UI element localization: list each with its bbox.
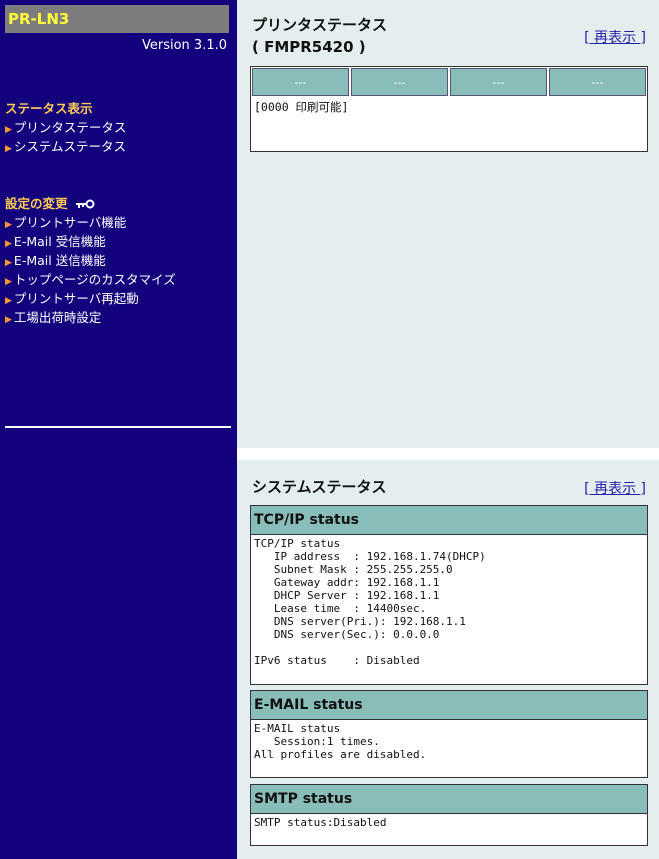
smtp-status-header: SMTP status [251, 785, 647, 814]
nav-label: プリントサーバ機能 [13, 215, 127, 230]
status-heading: ステータス表示 [5, 101, 93, 116]
status-cell: --- [351, 68, 448, 96]
sidebar: PR-LN3 Version 3.1.0 ステータス表示 ▶ プリンタステータス … [0, 0, 237, 859]
arrow-right-icon: ▶ [5, 239, 12, 249]
email-status-header: E-MAIL status [251, 691, 647, 720]
nav-printer-status[interactable]: ▶ プリンタステータス [5, 117, 126, 136]
email-status-box: E-MAIL status E-MAIL status Session:1 ti… [250, 690, 648, 778]
panel-gap [237, 448, 659, 460]
tcpip-status-header: TCP/IP status [251, 506, 647, 535]
arrow-right-icon: ▶ [5, 125, 12, 135]
sidebar-divider [5, 426, 231, 428]
nav-email-send[interactable]: ▶ E-Mail 送信機能 [5, 250, 106, 269]
email-status-body: E-MAIL status Session:1 times. All profi… [254, 722, 427, 761]
nav-label: E-Mail 受信機能 [13, 234, 106, 249]
status-cell: --- [549, 68, 646, 96]
printer-status-title: プリンタステータス [252, 16, 388, 34]
status-cell: --- [450, 68, 547, 96]
system-status-title: システムステータス [252, 478, 387, 496]
nav-customize-top[interactable]: ▶ トップページのカスタマイズ [5, 269, 176, 288]
version-label: Version 3.1.0 [141, 38, 227, 53]
arrow-right-icon: ▶ [5, 315, 12, 325]
arrow-right-icon: ▶ [5, 144, 12, 154]
printer-status-panel: プリンタステータス ( FMPR5420 ) [ 再表示 ] --- --- -… [237, 0, 659, 448]
settings-heading-label: 設定の変更 [5, 196, 68, 211]
smtp-status-box: SMTP status SMTP status:Disabled [250, 784, 648, 846]
tcpip-status-box: TCP/IP status TCP/IP status IP address :… [250, 505, 648, 685]
status-indicator-row: --- --- --- --- [251, 67, 647, 97]
nav-label: 工場出荷時設定 [13, 310, 102, 325]
printer-status-message: [0000 印刷可能] [254, 100, 349, 114]
arrow-right-icon: ▶ [5, 296, 12, 306]
printer-reload-link[interactable]: [ 再表示 ] [584, 27, 646, 47]
arrow-right-icon: ▶ [5, 277, 12, 287]
settings-heading: 設定の変更 [5, 193, 95, 212]
nav-label: トップページのカスタマイズ [13, 272, 176, 287]
arrow-right-icon: ▶ [5, 258, 12, 268]
smtp-status-body: SMTP status:Disabled [254, 816, 387, 829]
key-icon [75, 197, 95, 212]
product-logo: PR-LN3 [5, 5, 229, 33]
tcpip-status-body: TCP/IP status IP address : 192.168.1.74(… [254, 537, 486, 667]
system-status-panel: システムステータス [ 再表示 ] TCP/IP status TCP/IP s… [237, 460, 659, 859]
printer-model: ( FMPR5420 ) [252, 38, 366, 56]
nav-system-status[interactable]: ▶ システムステータス [5, 136, 126, 155]
system-reload-link[interactable]: [ 再表示 ] [584, 478, 646, 498]
nav-label: E-Mail 送信機能 [13, 253, 106, 268]
nav-print-server[interactable]: ▶ プリントサーバ機能 [5, 212, 126, 231]
nav-restart-server[interactable]: ▶ プリントサーバ再起動 [5, 288, 139, 307]
nav-label: システムステータス [13, 139, 127, 154]
status-cell: --- [252, 68, 349, 96]
nav-label: プリンタステータス [13, 120, 127, 135]
nav-email-receive[interactable]: ▶ E-Mail 受信機能 [5, 231, 106, 250]
printer-status-table: --- --- --- --- [0000 印刷可能] [250, 66, 648, 152]
nav-label: プリントサーバ再起動 [13, 291, 139, 306]
arrow-right-icon: ▶ [5, 220, 12, 230]
nav-factory-reset[interactable]: ▶ 工場出荷時設定 [5, 307, 101, 326]
